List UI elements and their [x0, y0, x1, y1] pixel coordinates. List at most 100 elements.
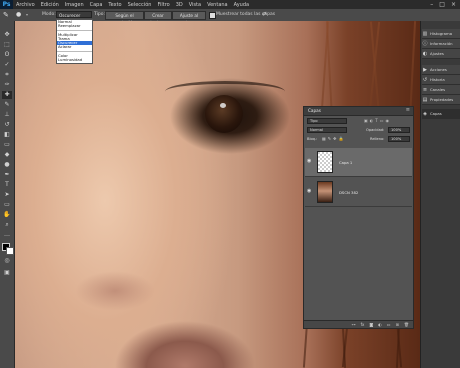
adjustments-icon: ◐	[422, 50, 428, 57]
lasso-tool-icon[interactable]: ʘ	[2, 51, 12, 59]
nose	[75, 271, 155, 311]
link-layers-icon[interactable]: ⊶	[352, 322, 356, 327]
minimize-icon[interactable]: –	[430, 1, 433, 8]
history-icon: ↺	[422, 76, 428, 83]
modo-label: Modo:	[42, 12, 56, 17]
shape-tool-icon[interactable]: ▭	[2, 201, 12, 209]
eraser-tool-icon[interactable]: ◧	[2, 131, 12, 139]
layer-row[interactable]: ◉ Capa 1	[305, 148, 412, 177]
dock-item-histograma[interactable]: ▥ Histograma	[422, 29, 460, 39]
dock-item-ajustes[interactable]: ◐ Ajustes	[422, 49, 460, 59]
new-layer-icon[interactable]: ⊞	[396, 322, 399, 327]
photoshop-logo: Ps	[0, 0, 13, 9]
maximize-icon[interactable]: □	[439, 1, 445, 8]
add-mask-icon[interactable]: ◙	[369, 322, 373, 327]
eyedropper-tool-icon[interactable]: ✑	[2, 81, 12, 89]
dock-item-historia[interactable]: ↺ Historia	[422, 75, 460, 85]
clone-stamp-tool-icon[interactable]: ⊥	[2, 111, 12, 119]
type-tool-icon[interactable]: T	[2, 181, 12, 189]
segun-contenido-button[interactable]: Según el contenido	[105, 11, 144, 25]
modo-select[interactable]: Oscurecer	[56, 11, 92, 18]
more-tools-icon[interactable]: …	[2, 231, 12, 239]
crop-tool-icon[interactable]: ⌗	[2, 71, 12, 79]
brush-tool-icon[interactable]: ✎	[2, 101, 12, 109]
gradient-tool-icon[interactable]: ▭	[2, 141, 12, 149]
properties-icon: ▤	[422, 96, 428, 103]
quick-mask-icon[interactable]: ◎	[2, 257, 12, 265]
lock-label: Bloq.:	[307, 137, 318, 141]
menu-3d[interactable]: 3D	[173, 2, 186, 8]
dock-item-label: Propiedades	[430, 97, 454, 102]
fill-input[interactable]: 100%	[388, 136, 410, 142]
menu-edicion[interactable]: Edición	[38, 2, 62, 8]
lock-icons[interactable]: ▦✎✥🔒	[322, 136, 352, 142]
menu-bar: Ps Archivo Edición Imagen Capa Texto Sel…	[0, 0, 460, 9]
hand-tool-icon[interactable]: ✋	[2, 211, 12, 219]
dock-item-label: Información	[430, 41, 453, 46]
dock-item-propiedades[interactable]: ▤ Propiedades	[422, 95, 460, 105]
path-select-tool-icon[interactable]: ➤	[2, 191, 12, 199]
healing-tool-icon[interactable]: ✚	[2, 91, 12, 99]
panel-dock: ▥ Histograma ⓘ Información ◐ Ajustes ▶ Accio…	[420, 21, 460, 368]
layer-filter-select[interactable]: Tipo	[307, 118, 347, 124]
fx-icon[interactable]: fx	[361, 322, 365, 327]
marquee-tool-icon[interactable]: ⬚	[2, 41, 12, 49]
zoom-tool-icon[interactable]: ⌕	[2, 221, 12, 229]
dock-item-label: Histograma	[430, 31, 453, 36]
blend-mode-dropdown[interactable]: Normal Reemplazar Multiplicar Trama Oscu…	[56, 19, 93, 64]
layer-row[interactable]: ◉ DSCN 382	[305, 178, 412, 207]
eye-icon[interactable]: ◉	[307, 158, 311, 164]
history-brush-tool-icon[interactable]: ↺	[2, 121, 12, 129]
menu-imagen[interactable]: Imagen	[62, 2, 87, 8]
dropdown-item-reemplazar[interactable]: Reemplazar	[57, 23, 92, 28]
pen-tool-icon[interactable]: ✒	[2, 171, 12, 179]
layers-panel-title: Capas	[308, 108, 321, 113]
close-icon[interactable]: ×	[451, 1, 456, 8]
opacity-input[interactable]: 100%	[388, 127, 410, 133]
menu-ayuda[interactable]: Ayuda	[231, 2, 252, 8]
crear-textura-button[interactable]: Crear textura	[144, 11, 172, 25]
pressure-icon[interactable]: ✐	[262, 11, 270, 19]
channels-icon: ≡	[422, 86, 428, 93]
blend-mode-select[interactable]: Normal	[307, 127, 347, 133]
ajuste-entorno-button[interactable]: Ajuste al entorno	[172, 11, 206, 25]
dock-item-label: Capas	[430, 111, 442, 116]
eye-icon[interactable]: ◉	[307, 188, 311, 194]
dock-item-informacion[interactable]: ⓘ Información	[422, 39, 460, 49]
dock-item-acciones[interactable]: ▶ Acciones	[422, 65, 460, 75]
tipo-label: Tipo:	[94, 12, 105, 17]
dodge-tool-icon[interactable]: ●	[2, 161, 12, 169]
sample-all-checkbox[interactable]	[209, 12, 216, 19]
move-tool-icon[interactable]: ✥	[2, 31, 12, 39]
background-color-swatch[interactable]	[6, 247, 14, 255]
layer-name: DSCN 382	[339, 190, 359, 195]
eyelashes	[165, 81, 285, 102]
dropdown-item-luminosidad[interactable]: Luminosidad	[57, 57, 92, 62]
healing-brush-icon[interactable]: ✎	[3, 11, 12, 19]
layer-thumbnail	[317, 181, 333, 203]
trash-icon[interactable]: 🗑	[404, 322, 409, 327]
brush-preset-icon[interactable]: ●	[16, 11, 24, 19]
panel-menu-icon[interactable]: ≡	[406, 107, 410, 113]
menu-capa[interactable]: Capa	[87, 2, 106, 8]
menu-seleccion[interactable]: Selección	[125, 2, 155, 8]
toolbar: ✥ ⬚ ʘ ✓ ⌗ ✑ ✚ ✎ ⊥ ↺ ◧ ▭ ◆ ● ✒ T ➤ ▭ ✋ ⌕ …	[0, 21, 15, 368]
chevron-down-icon[interactable]: ▾	[26, 12, 32, 17]
dock-item-canales[interactable]: ≡ Canales	[422, 85, 460, 95]
screen-mode-icon[interactable]: ▣	[2, 269, 12, 277]
info-icon: ⓘ	[422, 41, 428, 47]
blur-tool-icon[interactable]: ◆	[2, 151, 12, 159]
new-group-icon[interactable]: ▭	[387, 322, 391, 327]
menu-filtro[interactable]: Filtro	[154, 2, 172, 8]
menu-texto[interactable]: Texto	[105, 2, 124, 8]
menu-vista[interactable]: Vista	[186, 2, 204, 8]
dropdown-item-aclarar[interactable]: Aclarar	[57, 45, 92, 50]
filter-icons[interactable]: ▣◐T▭◉	[364, 118, 410, 124]
adjustment-layer-icon[interactable]: ◐	[378, 322, 382, 327]
layers-panel-header[interactable]: Capas ≡	[304, 107, 413, 116]
menu-ventana[interactable]: Ventana	[204, 2, 231, 8]
quick-select-tool-icon[interactable]: ✓	[2, 61, 12, 69]
menu-archivo[interactable]: Archivo	[13, 2, 38, 8]
dock-item-label: Historia	[430, 77, 445, 82]
dock-item-capas[interactable]: ◈ Capas	[422, 109, 460, 119]
